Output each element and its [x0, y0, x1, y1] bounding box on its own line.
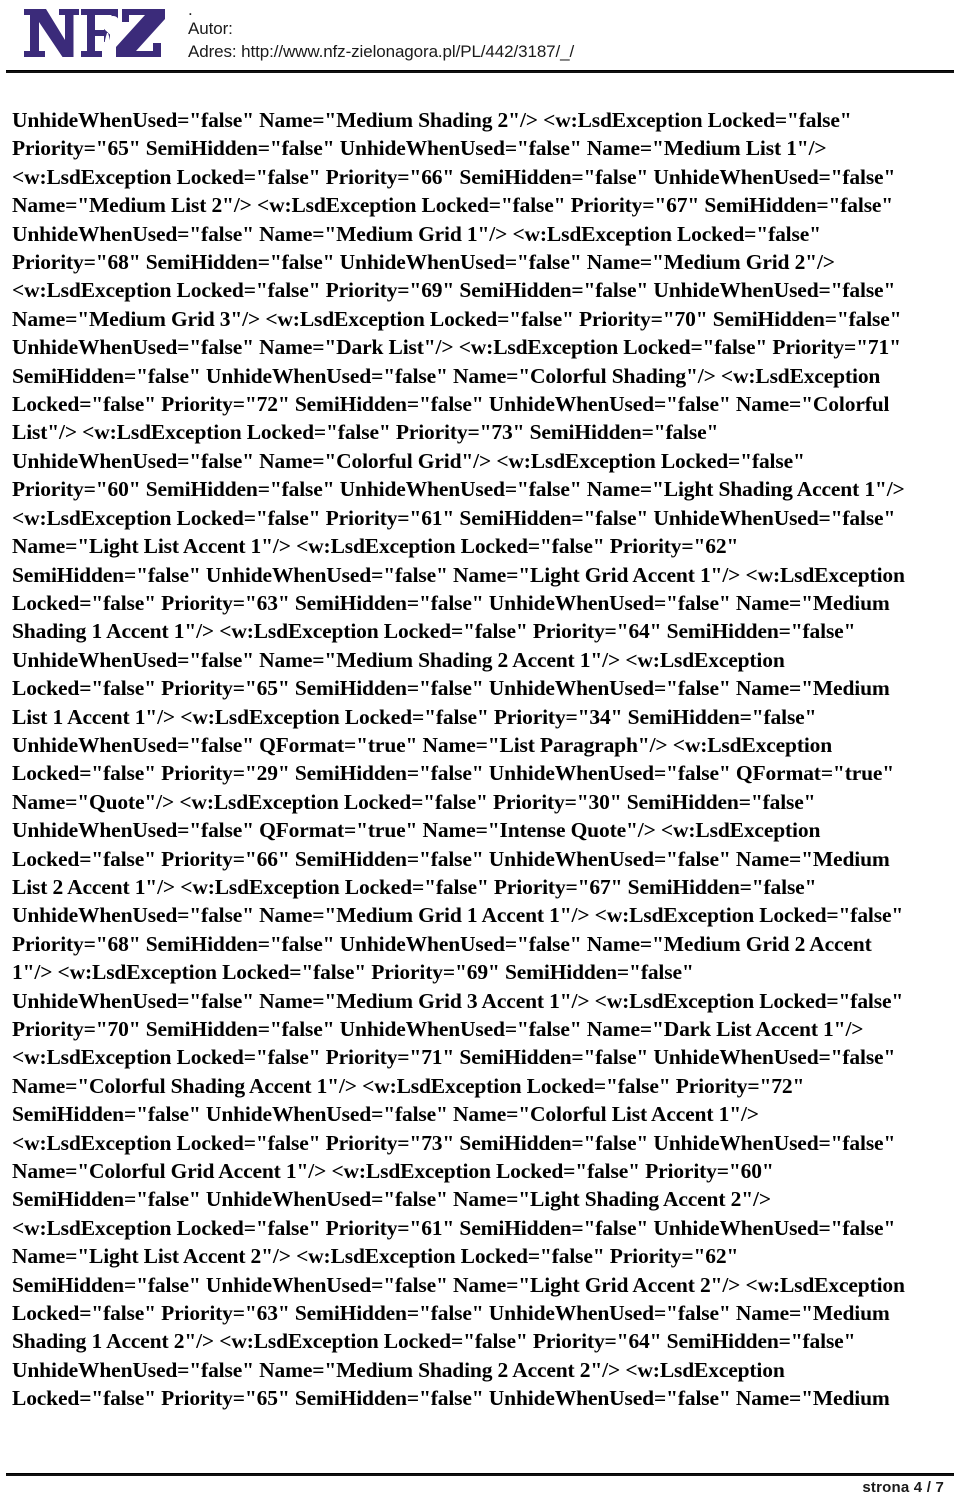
document-line: <w:LsdException Locked="false" Priority=…	[12, 1130, 896, 1155]
page-header: . Autor: Adres: http://www.nfz-zielonago…	[0, 0, 960, 78]
document-line: List 2 Accent 1"/> <w:LsdException Locke…	[12, 874, 817, 899]
document-line: Locked="false" Priority="63" SemiHidden=…	[12, 1301, 890, 1326]
document-line: Locked="false" Priority="72" SemiHidden=…	[12, 392, 890, 417]
document-line: List"/> <w:LsdException Locked="false" P…	[12, 420, 719, 445]
document-line: UnhideWhenUsed="false" Name="Medium Shad…	[12, 108, 852, 132]
document-line: SemiHidden="false" UnhideWhenUsed="false…	[12, 1187, 771, 1212]
document-line: Locked="false" Priority="63" SemiHidden=…	[12, 590, 890, 615]
document-line: SemiHidden="false" UnhideWhenUsed="false…	[12, 1272, 905, 1297]
document-line: <w:LsdException Locked="false" Priority=…	[12, 1215, 896, 1240]
document-line: Name="Medium Grid 3"/> <w:LsdException L…	[12, 306, 902, 331]
document-line: Name="Medium List 2"/> <w:LsdException L…	[12, 193, 894, 218]
document-line: <w:LsdException Locked="false" Priority=…	[12, 278, 896, 303]
meta-line-address: Adres: http://www.nfz-zielonagora.pl/PL/…	[188, 42, 575, 61]
document-line: Locked="false" Priority="29" SemiHidden=…	[12, 761, 895, 786]
document-line: Priority="68" SemiHidden="false" UnhideW…	[12, 931, 872, 956]
document-line: SemiHidden="false" UnhideWhenUsed="false…	[12, 363, 881, 388]
document-line: Priority="65" SemiHidden="false" UnhideW…	[12, 136, 827, 161]
document-line: SemiHidden="false" UnhideWhenUsed="false…	[12, 1102, 759, 1127]
document-line: Name="Light List Accent 1"/> <w:LsdExcep…	[12, 534, 739, 559]
document-line: List 1 Accent 1"/> <w:LsdException Locke…	[12, 704, 817, 729]
document-line: SemiHidden="false" UnhideWhenUsed="false…	[12, 562, 905, 587]
document-line: UnhideWhenUsed="false" QFormat="true" Na…	[12, 818, 821, 843]
document-line: UnhideWhenUsed="false" Name="Dark List"/…	[12, 335, 901, 360]
page-footer: strona 4 / 7	[0, 1453, 960, 1505]
document-line: Name="Colorful Shading Accent 1"/> <w:Ls…	[12, 1073, 805, 1098]
document-line: UnhideWhenUsed="false" Name="Medium Grid…	[12, 903, 904, 928]
logo-block	[22, 2, 174, 62]
document-line: UnhideWhenUsed="false" Name="Colorful Gr…	[12, 448, 805, 473]
document-line: Shading 1 Accent 1"/> <w:LsdException Lo…	[12, 619, 856, 644]
page-number: strona 4 / 7	[862, 1479, 944, 1496]
header-meta: . Autor: Adres: http://www.nfz-zielonago…	[174, 0, 575, 63]
document-line: Shading 1 Accent 2"/> <w:LsdException Lo…	[12, 1329, 856, 1354]
document-line: Locked="false" Priority="65" SemiHidden=…	[12, 676, 890, 701]
document-line: Name="Quote"/> <w:LsdException Locked="f…	[12, 789, 816, 814]
document-line: <w:LsdException Locked="false" Priority=…	[12, 164, 896, 189]
document-line: UnhideWhenUsed="false" Name="Medium Shad…	[12, 1357, 785, 1382]
document-line: UnhideWhenUsed="false" Name="Medium Grid…	[12, 221, 821, 246]
document-line: <w:LsdException Locked="false" Priority=…	[12, 1045, 896, 1070]
document-line: Locked="false" Priority="66" SemiHidden=…	[12, 846, 890, 871]
document-line: UnhideWhenUsed="false" Name="Medium Shad…	[12, 647, 785, 672]
document-line: Name="Light List Accent 2"/> <w:LsdExcep…	[12, 1244, 739, 1269]
meta-line-dot: .	[188, 0, 193, 19]
document-body: UnhideWhenUsed="false" Name="Medium Shad…	[12, 106, 952, 1413]
document-line: Locked="false" Priority="65" SemiHidden=…	[12, 1386, 890, 1411]
document-line: 1"/> <w:LsdException Locked="false" Prio…	[12, 960, 694, 985]
document-line: UnhideWhenUsed="false" Name="Medium Grid…	[12, 988, 904, 1013]
document-line: Priority="70" SemiHidden="false" UnhideW…	[12, 1017, 864, 1041]
footer-divider	[6, 1473, 954, 1476]
header-divider	[6, 70, 954, 73]
nfz-logo-icon	[24, 9, 165, 57]
document-line: Priority="60" SemiHidden="false" UnhideW…	[12, 477, 905, 502]
meta-line-author: Autor:	[188, 19, 233, 38]
header-inner: . Autor: Adres: http://www.nfz-zielonago…	[0, 0, 960, 63]
document-line: UnhideWhenUsed="false" QFormat="true" Na…	[12, 732, 833, 757]
document-line: <w:LsdException Locked="false" Priority=…	[12, 505, 896, 530]
document-line: Priority="68" SemiHidden="false" UnhideW…	[12, 250, 835, 275]
document-line: Name="Colorful Grid Accent 1"/> <w:LsdEx…	[12, 1159, 774, 1184]
